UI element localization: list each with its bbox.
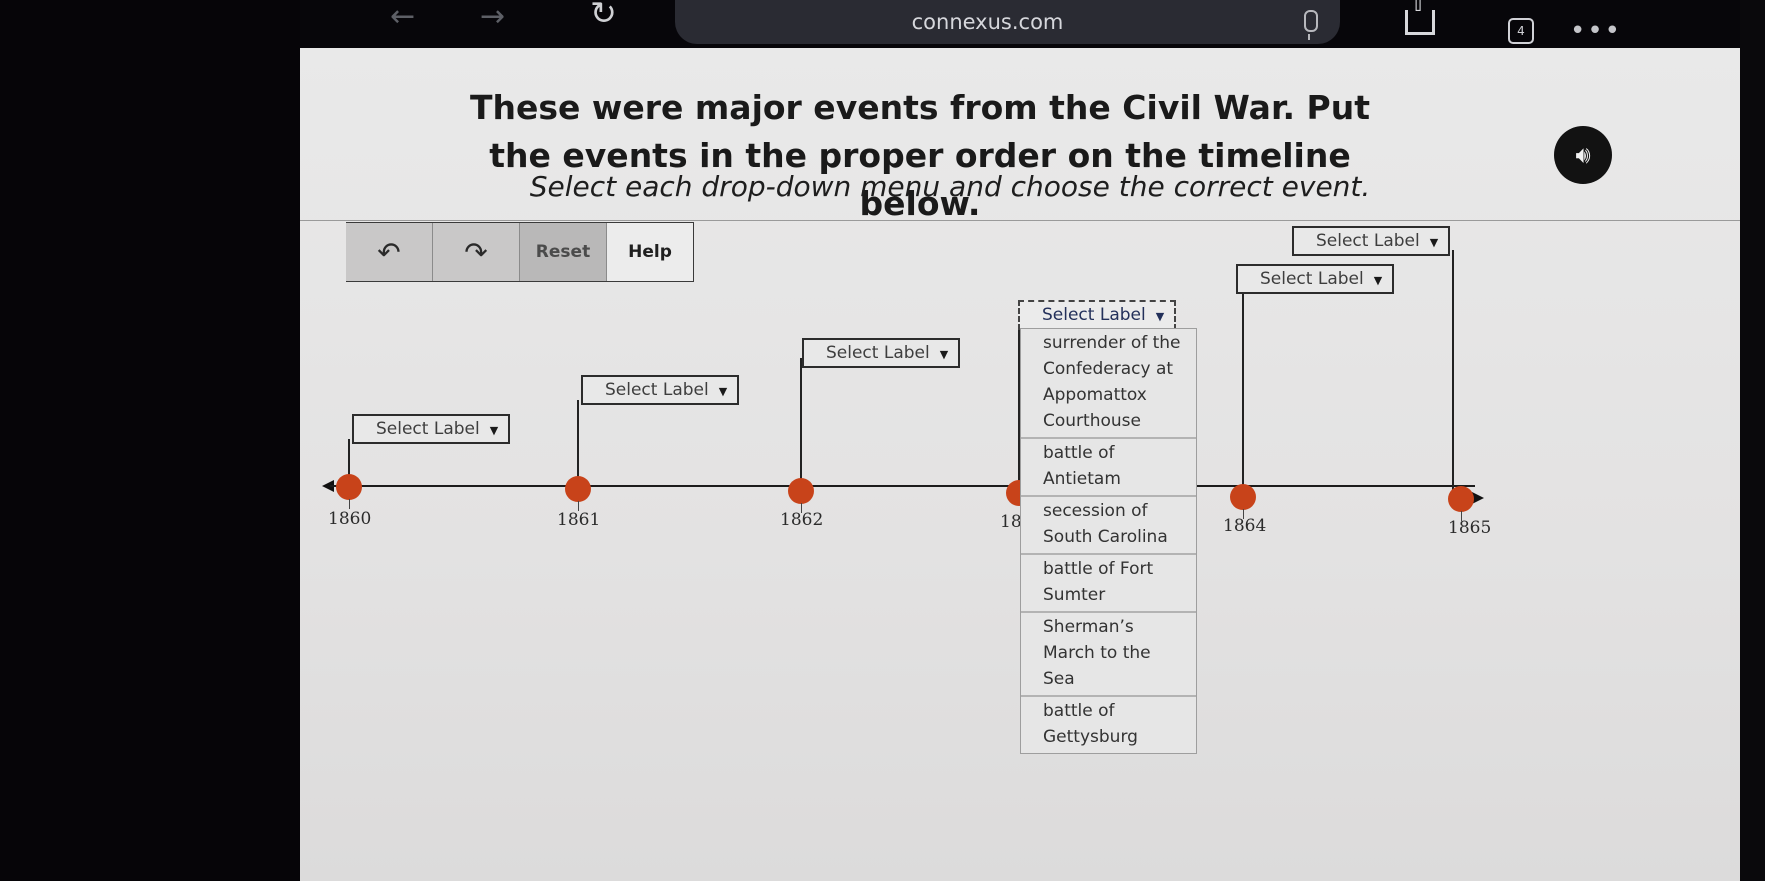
select-value: Select Label [1042,305,1146,325]
chevron-down-icon: ▼ [1429,236,1439,249]
chevron-down-icon: ▼ [718,385,728,398]
back-icon[interactable]: ← [390,2,415,32]
help-button[interactable]: Help [607,223,693,281]
activity-page: These were major events from the Civil W… [300,48,1740,881]
select-label-1863[interactable]: Select Label ▼ [1018,300,1177,330]
chevron-down-icon: ▼ [489,424,499,437]
stem-1865 [1452,250,1454,496]
tick-1860 [349,499,350,509]
chevron-down-icon: ▼ [1155,310,1165,323]
page-title: These were major events from the Civil W… [470,88,1370,223]
year-label-1862: 1862 [780,510,824,530]
audio-button[interactable]: 🔊︎ [1554,126,1612,184]
redo-button[interactable]: ↷ [433,223,520,281]
dropdown-option[interactable]: battle of Fort Sumter [1021,555,1196,613]
undo-button[interactable]: ↶ [346,223,433,281]
dropdown-option[interactable]: battle of Gettysburg [1021,697,1196,753]
select-label-1860[interactable]: Select Label ▼ [352,414,511,444]
tabs-icon[interactable]: 4 [1508,18,1534,44]
browser-toolbar: ← → ↻ connexus.com 4 ••• [330,0,1670,48]
timeline-dot-1862 [788,478,814,504]
address-bar[interactable]: connexus.com [675,0,1340,44]
dropdown-option[interactable]: Sherman’s March to the Sea [1021,613,1196,697]
year-label-1863: 18 [1000,512,1022,532]
stem-1862 [800,358,802,490]
timeline-dot-1864 [1230,484,1256,510]
dropdown-menu: surrender of the Confederacy at Appomatt… [1020,328,1197,754]
share-icon[interactable] [1405,0,1435,35]
speaker-icon: 🔊︎ [1575,141,1591,169]
year-label-1864: 1864 [1223,516,1267,536]
select-label-1861[interactable]: Select Label ▼ [581,375,740,405]
chevron-down-icon: ▼ [1373,274,1383,287]
reload-icon[interactable]: ↻ [590,0,617,29]
timeline-axis [330,485,1475,487]
activity-toolbar: ↶ ↷ Reset Help [346,222,694,282]
microphone-icon[interactable] [1304,10,1318,40]
timeline-dot-1860 [336,474,362,500]
chevron-down-icon: ▼ [939,348,949,361]
reset-button[interactable]: Reset [520,223,607,281]
dropdown-option[interactable]: battle of Antietam [1021,439,1196,497]
year-label-1861: 1861 [557,510,601,530]
select-label-1865[interactable]: Select Label ▼ [1292,226,1451,256]
select-label-1864[interactable]: Select Label ▼ [1236,264,1395,294]
more-icon[interactable]: ••• [1570,16,1622,46]
dropdown-option[interactable]: surrender of the Confederacy at Appomatt… [1021,329,1196,439]
year-label-1860: 1860 [328,509,372,529]
device-bezel-right [1740,0,1765,881]
undo-arrow-icon: ↶ [377,235,401,269]
select-value: Select Label [1316,231,1420,251]
select-value: Select Label [1260,269,1364,289]
forward-icon[interactable]: → [480,2,505,32]
stem-1864 [1242,286,1244,494]
select-value: Select Label [826,343,930,363]
device-bezel-left [0,0,300,881]
instruction-text: Select each drop-down menu and choose th… [529,170,1371,203]
select-value: Select Label [376,419,480,439]
timeline-dot-1861 [565,476,591,502]
select-value: Select Label [605,380,709,400]
url-text: connexus.com [911,10,1064,34]
stem-1861 [577,400,579,488]
redo-arrow-icon: ↷ [464,235,488,269]
select-label-1862[interactable]: Select Label ▼ [802,338,961,368]
divider [300,220,1740,221]
timeline-dot-1865 [1448,486,1474,512]
year-label-1865: 1865 [1448,518,1492,538]
dropdown-option[interactable]: secession of South Carolina [1021,497,1196,555]
